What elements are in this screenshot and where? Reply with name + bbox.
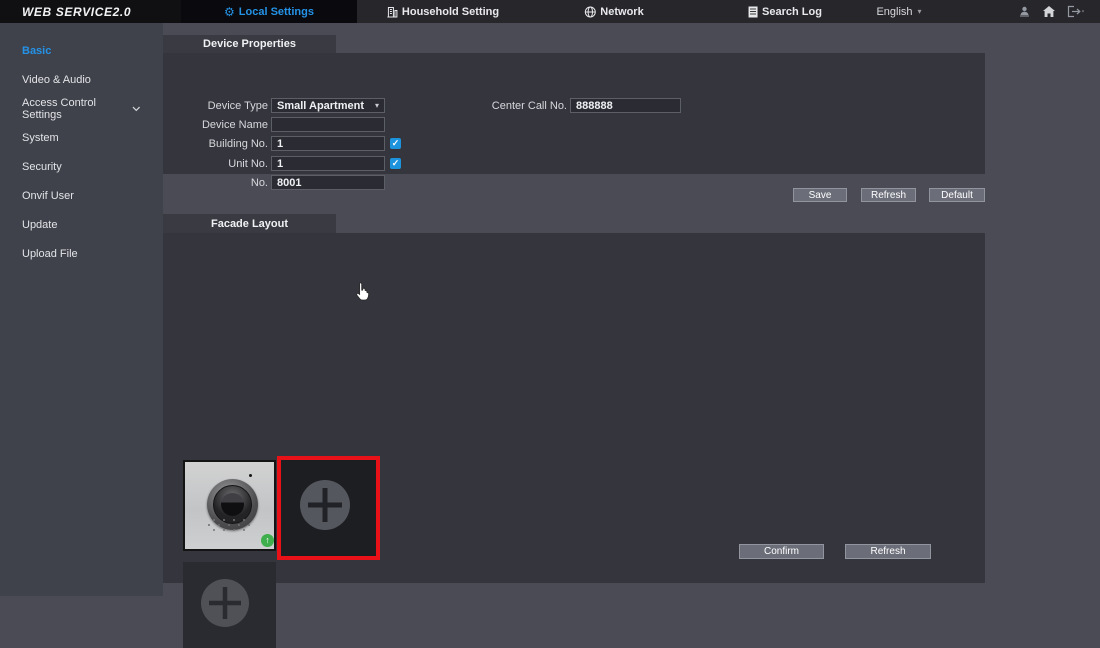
- panel-title: Facade Layout: [210, 217, 289, 230]
- sidebar-item-onvif-user[interactable]: Onvif User: [22, 188, 155, 204]
- sidebar-item-label: Upload File: [22, 248, 78, 260]
- device-type-label: Device Type: [207, 100, 268, 112]
- device-properties-panel: Device Type Small Apartment ▾ Center Cal…: [163, 53, 985, 190]
- device-name-input[interactable]: [271, 117, 385, 132]
- sidebar-item-upload-file[interactable]: Upload File: [22, 246, 155, 262]
- building-icon: [387, 6, 398, 17]
- sidebar-item-label: Video & Audio: [22, 74, 91, 86]
- add-badge-icon: ↑: [261, 534, 274, 547]
- top-navbar: WEB SERVICE2.0 ⚙ Local Settings Househol…: [0, 0, 1100, 23]
- building-no-checkbox[interactable]: ✓: [390, 138, 401, 149]
- camera-mic-dot: [249, 474, 252, 477]
- center-call-no-input[interactable]: [570, 98, 681, 113]
- gear-icon: ⚙: [224, 4, 235, 19]
- sidebar-item-basic[interactable]: Basic: [22, 43, 155, 59]
- tab-local-settings[interactable]: ⚙ Local Settings: [181, 0, 357, 23]
- logout-icon: [1067, 5, 1084, 18]
- caret-down-icon: ▾: [917, 7, 922, 16]
- sidebar-item-video-audio[interactable]: Video & Audio: [22, 72, 155, 88]
- center-call-no-label: Center Call No.: [491, 100, 567, 112]
- logout-button[interactable]: [1066, 0, 1086, 23]
- check-icon: ✓: [391, 158, 400, 168]
- app-logo: WEB SERVICE2.0: [22, 4, 132, 19]
- sidebar-item-access-control-settings[interactable]: Access Control Settings: [22, 97, 155, 121]
- sidebar-item-label: Access Control Settings: [22, 97, 96, 121]
- no-input[interactable]: [271, 175, 385, 190]
- facade-refresh-button[interactable]: Refresh: [845, 544, 931, 559]
- panel-title: Device Properties: [203, 38, 296, 50]
- chevron-down-icon: [132, 106, 141, 112]
- home-icon: [1043, 6, 1055, 17]
- building-no-input[interactable]: [271, 136, 385, 151]
- sidebar-item-security[interactable]: Security: [22, 159, 155, 175]
- device-type-select[interactable]: Small Apartment ▾: [271, 98, 385, 113]
- facade-layout-panel: ↑ Confirm Refresh: [163, 233, 985, 648]
- facade-layout-tab: Facade Layout: [163, 214, 336, 233]
- device-properties-tab: Device Properties: [163, 35, 336, 53]
- user-icon: [1020, 6, 1029, 17]
- arrow-up-icon: ↑: [265, 535, 270, 545]
- language-label: English: [876, 5, 913, 18]
- save-button[interactable]: Save: [793, 188, 847, 202]
- user-profile-button[interactable]: [1018, 0, 1031, 23]
- facade-tile-camera[interactable]: ↑: [183, 460, 276, 551]
- tab-label: Network: [600, 5, 644, 18]
- caret-down-icon: ▾: [374, 101, 379, 110]
- confirm-button[interactable]: Confirm: [739, 544, 824, 559]
- logo-area: WEB SERVICE2.0: [0, 0, 181, 23]
- default-button[interactable]: Default: [929, 188, 985, 202]
- unit-no-checkbox[interactable]: ✓: [390, 158, 401, 169]
- language-dropdown[interactable]: English ▾: [876, 0, 921, 23]
- tab-network[interactable]: Network: [584, 0, 644, 23]
- sidebar-item-label: Update: [22, 219, 58, 231]
- sidebar-item-update[interactable]: Update: [22, 217, 155, 233]
- no-label: No.: [250, 177, 268, 189]
- tab-label: Local Settings: [238, 5, 314, 18]
- sidebar-item-system[interactable]: System: [22, 130, 155, 146]
- check-icon: ✓: [391, 138, 400, 148]
- facade-tile-selected-add[interactable]: [277, 456, 380, 560]
- home-button[interactable]: [1042, 0, 1056, 23]
- sidebar-item-label: Onvif User: [22, 190, 74, 202]
- refresh-button[interactable]: Refresh: [861, 188, 916, 202]
- sidebar-item-label: Security: [22, 161, 62, 173]
- globe-icon: [584, 6, 596, 17]
- tab-label: Search Log: [762, 5, 822, 18]
- sidebar: Basic Video & Audio Access Control Setti…: [0, 23, 163, 596]
- building-no-label: Building No.: [208, 138, 268, 150]
- tab-household-setting[interactable]: Household Setting: [387, 0, 499, 23]
- tab-search-log[interactable]: Search Log: [748, 0, 822, 23]
- speaker-grille: [207, 519, 209, 521]
- unit-no-input[interactable]: [271, 156, 385, 171]
- plus-icon: [300, 480, 350, 530]
- device-name-label: Device Name: [201, 119, 268, 131]
- facade-tile-add[interactable]: [183, 562, 276, 648]
- tab-label: Household Setting: [401, 5, 500, 18]
- plus-icon: [201, 579, 249, 627]
- camera-lens-icon: [207, 479, 258, 530]
- unit-no-label: Unit No.: [228, 158, 268, 170]
- log-icon: [748, 6, 758, 17]
- sidebar-item-label: Basic: [22, 45, 52, 57]
- sidebar-item-label: System: [22, 132, 59, 144]
- device-type-value: Small Apartment: [277, 99, 365, 112]
- main-content: Device Properties Device Type Small Apar…: [163, 23, 1100, 648]
